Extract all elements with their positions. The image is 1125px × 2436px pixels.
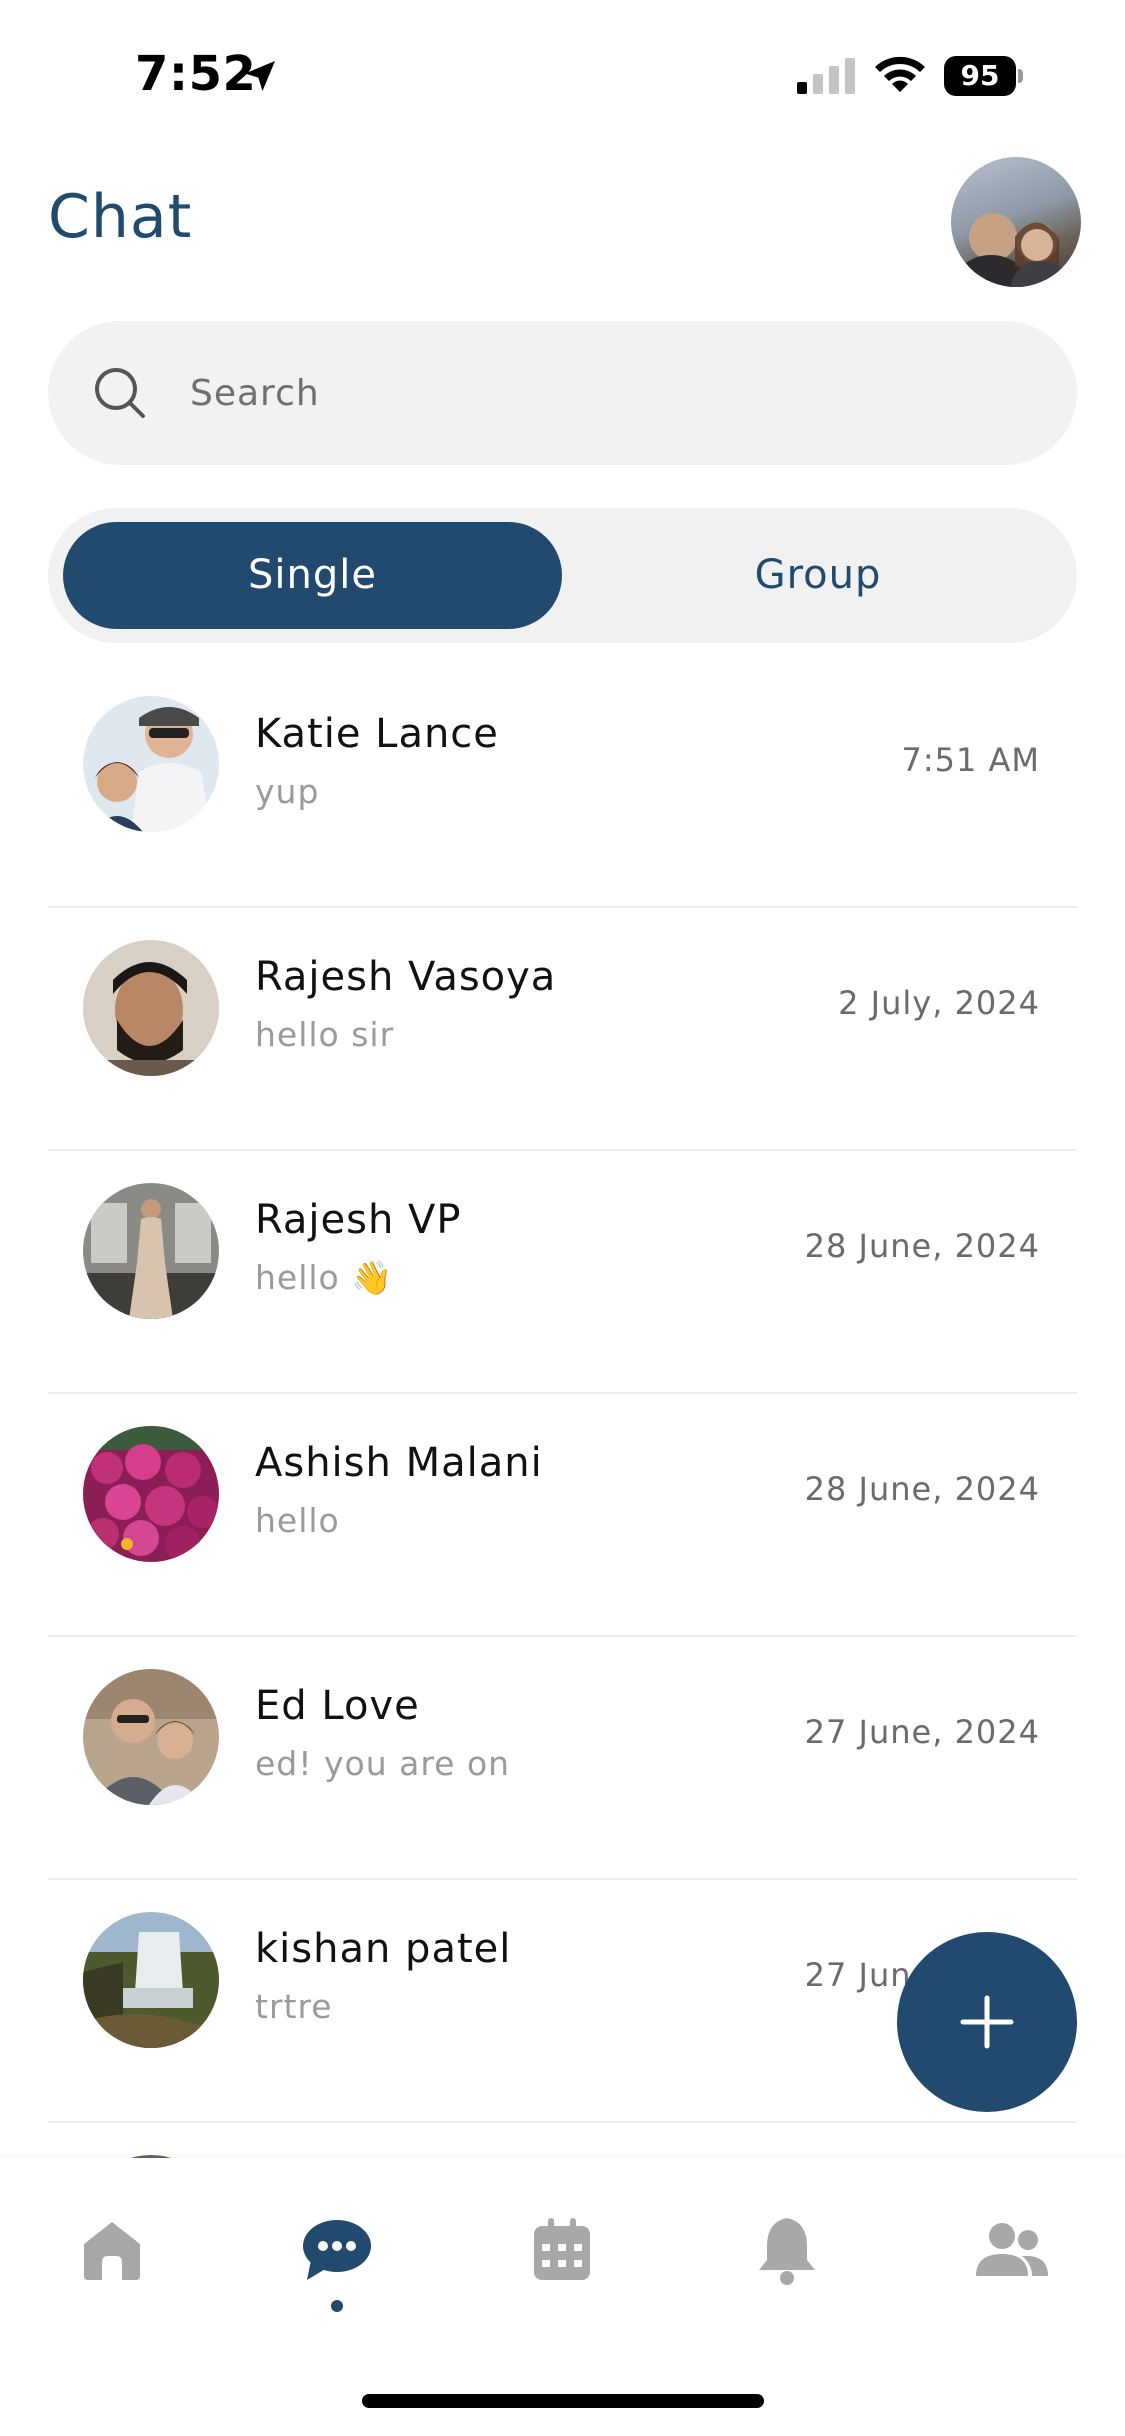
avatar: [83, 1426, 219, 1562]
search-bar[interactable]: [48, 321, 1077, 465]
location-arrow-icon: [245, 61, 275, 91]
chat-name: kishan patel: [255, 1926, 512, 1972]
chat-name: Ashish Malani: [255, 1440, 543, 1486]
battery-indicator: 95: [944, 56, 1024, 96]
calendar-icon[interactable]: [522, 2210, 602, 2290]
active-indicator: [331, 2300, 343, 2312]
chat-last-message: hello 👋: [255, 1258, 394, 1297]
avatar-image: [953, 213, 1071, 287]
search-icon: [95, 368, 145, 418]
chat-date: 2 July, 2024: [838, 984, 1040, 1022]
home-icon[interactable]: [72, 2210, 152, 2290]
plus-icon: [960, 1995, 1014, 2049]
status-bar: 7:52 95: [0, 0, 1125, 150]
chat-last-message: hello sir: [255, 1015, 395, 1054]
avatar: [83, 1183, 219, 1319]
chat-last-message: ed! you are on: [255, 1744, 511, 1783]
chat-name: Katie Lance: [255, 711, 499, 757]
cellular-signal-icon: [797, 58, 855, 94]
chat-row-ed-love[interactable]: Ed Love ed! you are on 27 June, 2024: [48, 1637, 1077, 1880]
chat-row-katie-lance[interactable]: Katie Lance yup 7:51 AM: [48, 665, 1077, 908]
chat-name: Ed Love: [255, 1683, 420, 1729]
chat-last-message: trtre: [255, 1987, 333, 2026]
status-time: 7:52: [135, 46, 257, 102]
chat-last-message: hello: [255, 1501, 340, 1540]
new-chat-button[interactable]: [897, 1932, 1077, 2112]
chat-date: 28 June, 2024: [804, 1227, 1040, 1265]
avatar: [83, 940, 219, 1076]
chat-row-rajesh-vasoya[interactable]: Rajesh Vasoya hello sir 2 July, 2024: [48, 908, 1077, 1151]
bell-icon[interactable]: [747, 2210, 827, 2290]
people-icon[interactable]: [972, 2210, 1052, 2290]
chat-type-toggle: Single Group: [48, 508, 1077, 643]
page-title: Chat: [48, 182, 193, 252]
battery-level: 95: [944, 56, 1016, 96]
chat-last-message: yup: [255, 772, 320, 811]
tab-single[interactable]: Single: [63, 522, 562, 629]
avatar: [83, 1669, 219, 1805]
chat-date: 7:51 AM: [901, 741, 1040, 779]
avatar: [83, 1912, 219, 2048]
chat-row-rajesh-vp[interactable]: Rajesh VP hello 👋 28 June, 2024: [48, 1151, 1077, 1394]
chat-row-ashish-malani[interactable]: Ashish Malani hello 28 June, 2024: [48, 1394, 1077, 1637]
chat-list: Katie Lance yup 7:51 AM Rajesh Vasoya he…: [48, 665, 1077, 2165]
chat-icon[interactable]: [297, 2210, 377, 2290]
home-indicator: [362, 2394, 764, 2408]
tab-group[interactable]: Group: [578, 522, 1058, 629]
search-input[interactable]: [190, 321, 1030, 465]
profile-avatar[interactable]: [951, 157, 1081, 287]
avatar: [83, 696, 219, 832]
chat-name: Rajesh VP: [255, 1197, 462, 1243]
chat-name: Rajesh Vasoya: [255, 954, 557, 1000]
chat-date: 28 June, 2024: [804, 1470, 1040, 1508]
chat-date: 27 June, 2024: [804, 1713, 1040, 1751]
wifi-icon: [875, 56, 925, 92]
